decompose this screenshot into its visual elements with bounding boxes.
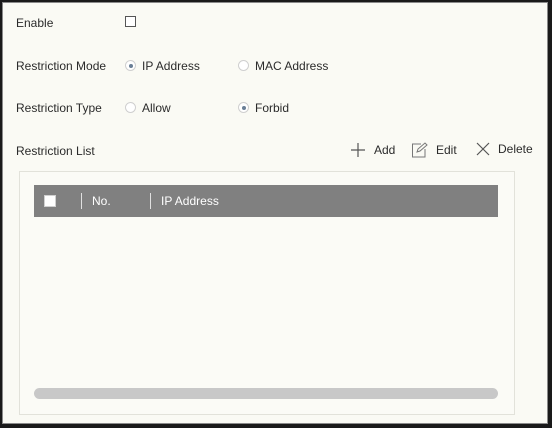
radio-forbid[interactable] xyxy=(238,102,249,113)
settings-panel: Enable Restriction Mode IP Address MAC A… xyxy=(2,2,548,424)
radio-allow[interactable] xyxy=(125,102,136,113)
column-divider xyxy=(150,193,151,209)
column-divider xyxy=(81,193,82,209)
enable-checkbox[interactable] xyxy=(125,16,136,27)
select-all-checkbox[interactable] xyxy=(44,195,56,207)
column-header-no[interactable]: No. xyxy=(92,194,111,208)
horizontal-scrollbar[interactable] xyxy=(34,388,498,399)
enable-label: Enable xyxy=(16,16,54,30)
edit-button-label: Edit xyxy=(436,143,457,157)
restriction-type-label: Restriction Type xyxy=(16,101,102,115)
plus-icon xyxy=(351,143,365,157)
delete-button[interactable]: Delete xyxy=(476,142,533,156)
radio-forbid-label[interactable]: Forbid xyxy=(255,101,289,115)
restriction-list-label: Restriction List xyxy=(16,144,95,158)
restriction-mode-label: Restriction Mode xyxy=(16,59,107,73)
table-body xyxy=(34,217,498,385)
add-button-label: Add xyxy=(374,143,396,157)
edit-button[interactable]: Edit xyxy=(411,142,457,158)
column-header-ip-address[interactable]: IP Address xyxy=(161,194,219,208)
restriction-table: No. IP Address xyxy=(19,171,515,415)
delete-button-label: Delete xyxy=(498,142,533,156)
radio-allow-label[interactable]: Allow xyxy=(142,101,171,115)
radio-ip-address-label[interactable]: IP Address xyxy=(142,59,200,73)
radio-mac-address[interactable] xyxy=(238,60,249,71)
table-header: No. IP Address xyxy=(34,185,498,217)
radio-ip-address[interactable] xyxy=(125,60,136,71)
radio-mac-address-label[interactable]: MAC Address xyxy=(255,59,328,73)
edit-icon xyxy=(412,142,428,158)
close-icon xyxy=(476,142,490,156)
add-button[interactable]: Add xyxy=(350,142,395,158)
